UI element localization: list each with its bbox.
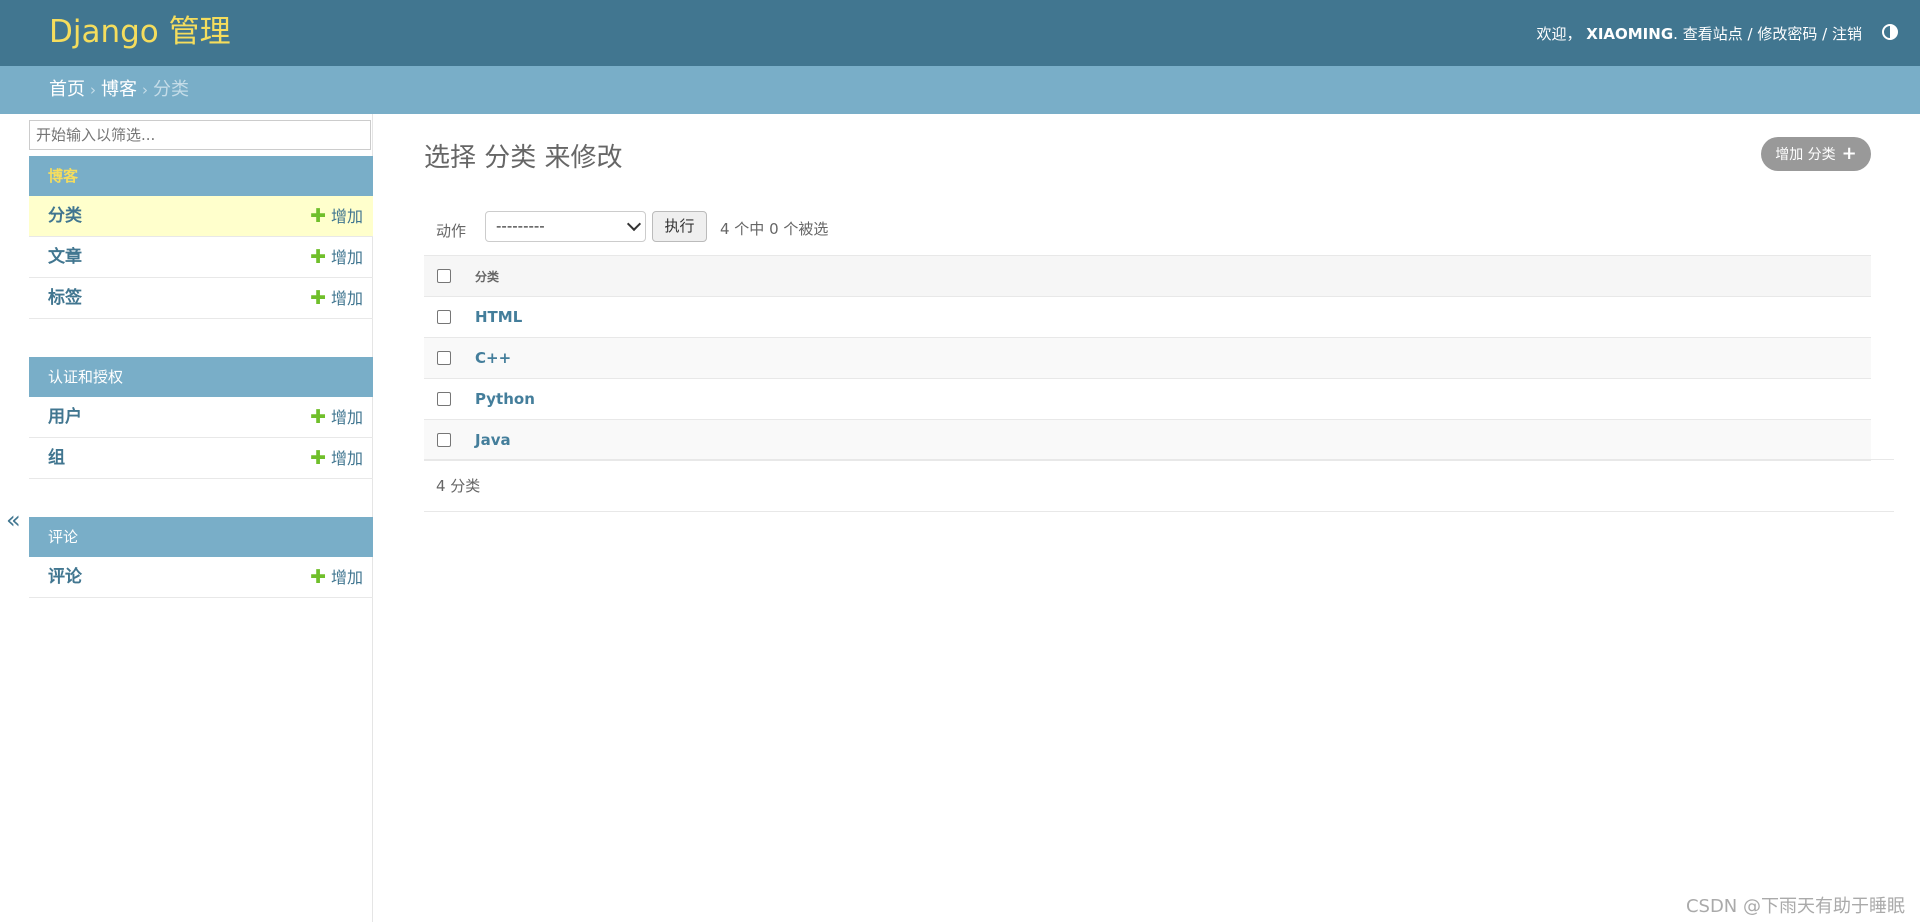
add-label: 增加	[330, 568, 363, 587]
collapse-sidebar-icon[interactable]: «	[6, 506, 21, 534]
model-link[interactable]: 评论	[48, 557, 82, 597]
row-checkbox[interactable]	[437, 351, 451, 365]
add-link[interactable]: ✚ 增加	[310, 278, 363, 319]
module-caption-blog[interactable]: 博客	[29, 156, 373, 196]
add-label: 增加	[330, 449, 363, 468]
add-label: 增加	[330, 248, 363, 267]
action-label: 动作	[436, 222, 467, 240]
table-row: Python	[424, 379, 1871, 420]
module-blog: 博客 分类 ✚ 增加 文章 ✚ 增加 标签 ✚ 增加	[29, 156, 373, 319]
module-auth: 认证和授权 用户 ✚ 增加 组 ✚ 增加	[29, 357, 373, 479]
add-link[interactable]: ✚ 增加	[310, 557, 363, 598]
breadcrumb: 首页 › 博客 › 分类	[0, 66, 1920, 114]
site-brand[interactable]: Django 管理	[49, 14, 231, 51]
breadcrumb-separator: ›	[90, 81, 96, 99]
chevron-down-icon	[626, 216, 642, 232]
username: XIAOMING	[1586, 25, 1674, 43]
theme-toggle-icon[interactable]	[1882, 24, 1898, 40]
table-row: C++	[424, 337, 1871, 379]
breadcrumb-current: 分类	[153, 79, 189, 100]
sidebar-item-users[interactable]: 用户 ✚ 增加	[29, 397, 373, 438]
table-row: Java	[424, 419, 1871, 461]
paginator: 4 分类	[424, 459, 1894, 512]
add-label: 增加	[330, 207, 363, 226]
page-title: 选择 分类 来修改	[424, 143, 623, 173]
table-row: HTML	[424, 297, 1871, 338]
action-select-value: ---------	[496, 217, 545, 235]
row-link[interactable]: C++	[475, 338, 1871, 379]
logout-link[interactable]: 注销	[1832, 25, 1862, 43]
row-link[interactable]: HTML	[475, 297, 1871, 338]
header: Django 管理 欢迎， XIAOMING. 查看站点 / 修改密码 / 注销	[0, 0, 1920, 66]
column-header-category[interactable]: 分类	[475, 256, 1871, 297]
go-button[interactable]: 执行	[652, 211, 707, 242]
module-caption-auth[interactable]: 认证和授权	[29, 357, 373, 397]
plus-icon: ✚	[310, 246, 326, 268]
breadcrumb-home[interactable]: 首页	[49, 79, 85, 100]
nav-filter-input[interactable]	[29, 120, 371, 150]
module-comments: 评论 评论 ✚ 增加	[29, 517, 373, 598]
plus-icon: ✚	[310, 566, 326, 588]
row-checkbox-cell	[424, 338, 475, 379]
action-select[interactable]: ---------	[485, 211, 646, 242]
separator: /	[1747, 25, 1753, 43]
nav-sidebar: 博客 分类 ✚增加 文章 ✚增加 标签 ✚增加 认证和授权 用户 ✚增加 组 ✚…	[28, 114, 373, 922]
row-checkbox-cell	[424, 297, 475, 338]
model-link[interactable]: 组	[48, 438, 65, 478]
row-checkbox[interactable]	[437, 392, 451, 406]
actions-bar: 动作 --------- 执行 4 个中 0 个被选	[424, 211, 1871, 249]
select-all-cell	[424, 256, 475, 297]
module-caption-comments[interactable]: 评论	[29, 517, 373, 557]
add-button-label: 增加 分类	[1775, 147, 1836, 163]
add-link[interactable]: ✚ 增加	[310, 438, 363, 479]
sidebar-item-article[interactable]: 文章 ✚ 增加	[29, 237, 373, 278]
row-link[interactable]: Java	[475, 420, 1871, 461]
separator: /	[1822, 25, 1828, 43]
row-checkbox-cell	[424, 420, 475, 461]
view-site-link[interactable]: 查看站点	[1683, 25, 1743, 43]
user-tools: 欢迎， XIAOMING. 查看站点 / 修改密码 / 注销	[1536, 23, 1862, 44]
row-checkbox[interactable]	[437, 310, 451, 324]
add-category-button[interactable]: 增加 分类 +	[1761, 137, 1871, 171]
row-link[interactable]: Python	[475, 379, 1871, 420]
add-label: 增加	[330, 408, 363, 427]
sidebar-item-category[interactable]: 分类 ✚ 增加	[29, 196, 373, 237]
sidebar-item-tag[interactable]: 标签 ✚ 增加	[29, 278, 373, 319]
model-link[interactable]: 用户	[48, 397, 82, 437]
table-header-row: 分类	[424, 255, 1871, 297]
plus-icon: ✚	[310, 447, 326, 469]
plus-icon: ✚	[310, 205, 326, 227]
add-link[interactable]: ✚ 增加	[310, 237, 363, 278]
result-table: 分类 HTML C++ Python Java	[424, 255, 1871, 461]
row-checkbox[interactable]	[437, 433, 451, 447]
row-checkbox-cell	[424, 379, 475, 420]
add-link[interactable]: ✚ 增加	[310, 397, 363, 438]
action-counter: 4 个中 0 个被选	[720, 220, 829, 238]
watermark: CSDN @下雨天有助于睡眠	[1685, 896, 1905, 917]
select-all-checkbox[interactable]	[437, 269, 451, 283]
username-period: .	[1673, 25, 1678, 43]
plus-icon: ✚	[310, 406, 326, 428]
sidebar-item-comments[interactable]: 评论 ✚ 增加	[29, 557, 373, 598]
model-link[interactable]: 标签	[48, 278, 82, 318]
model-link[interactable]: 分类	[48, 196, 82, 236]
plus-icon: ✚	[310, 287, 326, 309]
change-password-link[interactable]: 修改密码	[1757, 25, 1817, 43]
add-label: 增加	[330, 289, 363, 308]
model-link[interactable]: 文章	[48, 237, 82, 277]
add-link[interactable]: ✚ 增加	[310, 196, 363, 237]
breadcrumb-app[interactable]: 博客	[101, 79, 137, 100]
welcome-text: 欢迎，	[1536, 25, 1582, 43]
plus-icon: +	[1841, 143, 1857, 164]
breadcrumb-separator: ›	[142, 81, 148, 99]
sidebar-item-groups[interactable]: 组 ✚ 增加	[29, 438, 373, 479]
